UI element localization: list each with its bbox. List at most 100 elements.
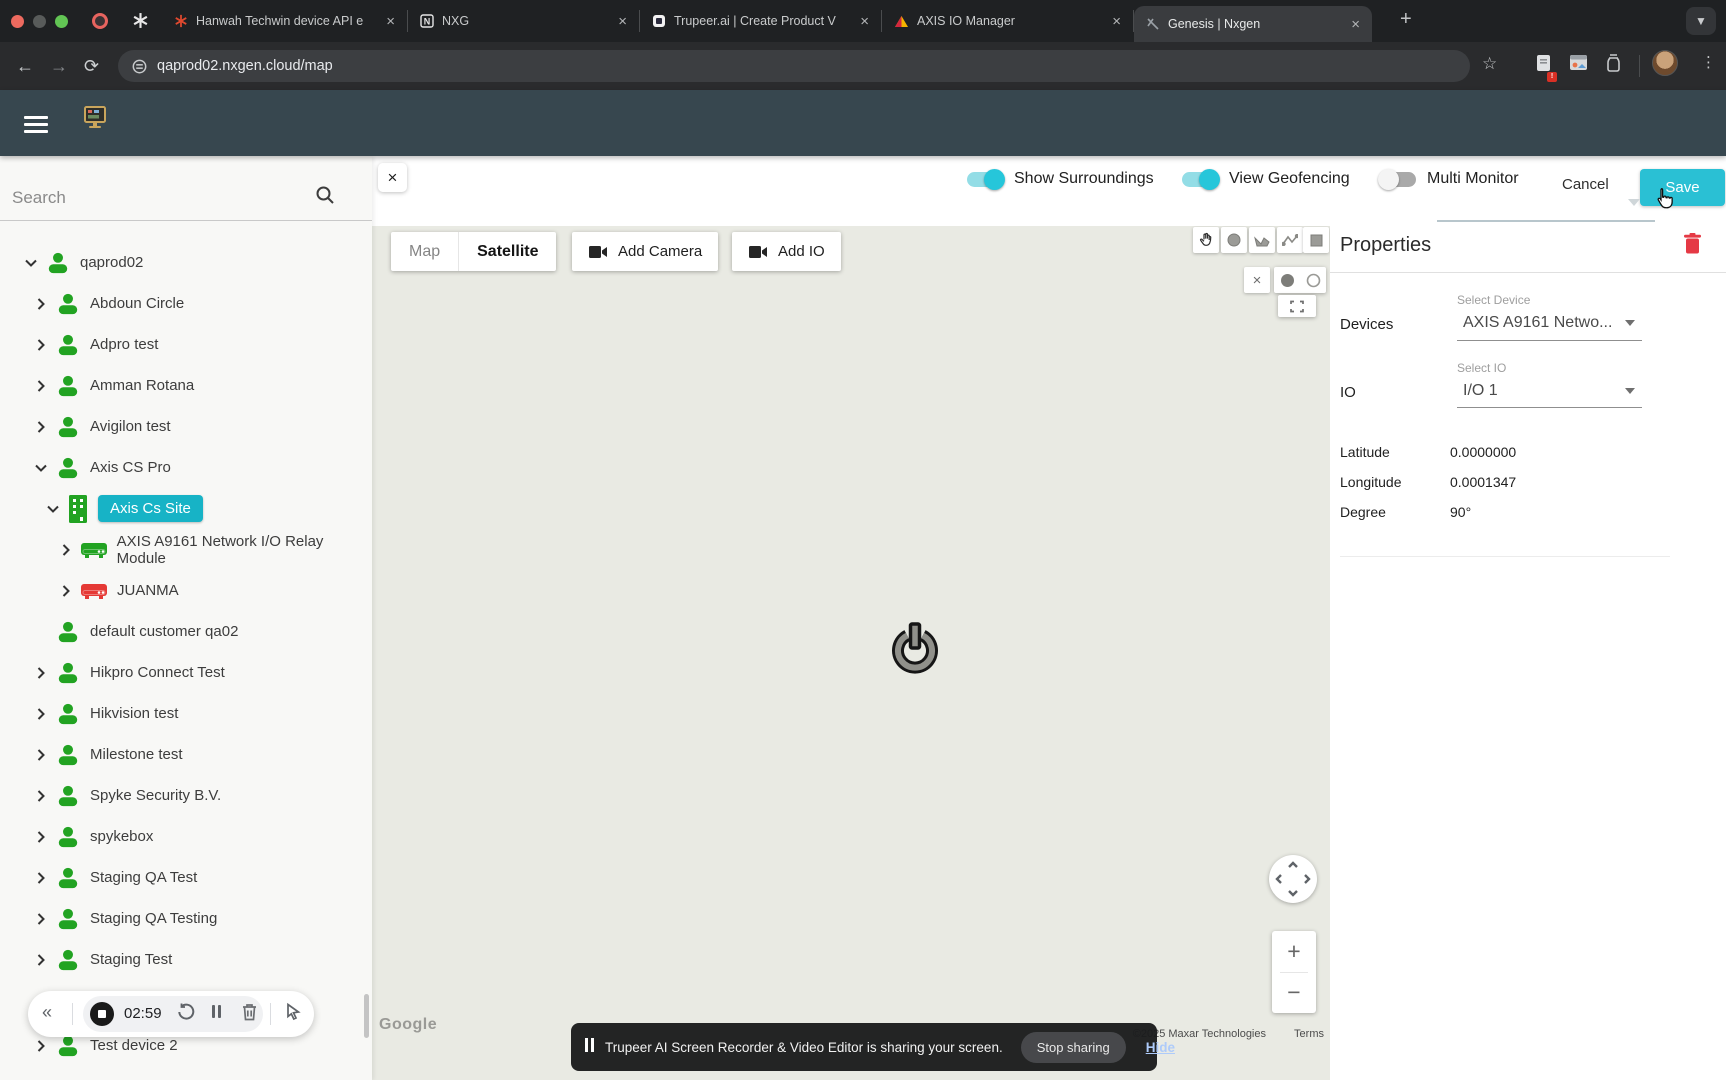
outline-circle-icon[interactable] [1306, 273, 1321, 288]
delete-marker-trash-icon[interactable] [1682, 232, 1703, 261]
circle-tool-icon[interactable] [1221, 227, 1247, 253]
fit-bounds-button[interactable] [1278, 295, 1316, 317]
macos-zoom-icon[interactable] [55, 15, 68, 28]
tree-item[interactable]: Staging Test [0, 939, 372, 980]
hamburger-menu-icon[interactable] [24, 112, 48, 137]
browser-tab[interactable]: Genesis | Nxgen × [1134, 6, 1372, 42]
polyline-tool-icon[interactable] [1277, 227, 1303, 253]
bookmark-star-icon[interactable]: ☆ [1482, 54, 1497, 74]
openai-pinned-tab-icon[interactable] [132, 12, 149, 34]
switch-icon[interactable] [1182, 172, 1218, 187]
cursor-tool-icon[interactable] [284, 1002, 303, 1026]
chevron-right-icon[interactable] [37, 1040, 45, 1052]
org-selector-caret-icon[interactable] [1628, 199, 1640, 206]
browser-menu-icon[interactable]: ⋮ [1701, 53, 1716, 71]
io-select[interactable]: I/O 1 [1463, 382, 1498, 400]
browser-tab[interactable]: Trupeer.ai | Create Product V × [640, 10, 882, 32]
switch-icon[interactable] [1380, 172, 1416, 187]
chevron-right-icon[interactable] [37, 749, 45, 761]
tree-item[interactable]: Spyke Security B.V. [0, 775, 372, 816]
macos-close-icon[interactable] [11, 15, 24, 28]
url-input[interactable]: qaprod02.nxgen.cloud/map [118, 50, 1470, 82]
tree-item[interactable]: Hikvision test [0, 693, 372, 734]
chevron-down-icon[interactable] [35, 464, 47, 472]
extension-doc-icon[interactable]: ! [1534, 53, 1553, 79]
tree-item[interactable]: Axis CS Pro [0, 447, 372, 488]
filled-circle-icon[interactable] [1280, 273, 1295, 288]
tree-item[interactable]: Abdoun Circle [0, 283, 372, 324]
tree-item[interactable]: AXIS A9161 Network I/O Relay Module [0, 529, 372, 570]
switch-icon[interactable] [967, 172, 1003, 187]
chevron-right-icon[interactable] [37, 708, 45, 720]
delete-shape-icon[interactable]: × [1244, 267, 1270, 293]
chevron-right-icon[interactable] [37, 667, 45, 679]
chevron-right-icon[interactable] [62, 544, 70, 556]
polygon-tool-icon[interactable] [1249, 227, 1275, 253]
extension-window-icon[interactable] [1569, 54, 1588, 77]
reload-icon[interactable]: ⟳ [84, 55, 99, 77]
chevron-right-icon[interactable] [37, 298, 45, 310]
browser-tab[interactable]: AXIS IO Manager × [882, 10, 1134, 32]
device-select-caret-icon[interactable] [1625, 320, 1635, 326]
chevron-right-icon[interactable] [37, 339, 45, 351]
macos-minimize-icon[interactable] [33, 15, 46, 28]
toggle-view-geofencing[interactable]: View Geofencing [1182, 166, 1350, 192]
map-canvas[interactable]: Map Satellite Add Camera Add IO × [372, 226, 1330, 1080]
zoom-in-button[interactable]: + [1272, 931, 1316, 972]
share-pause-icon[interactable] [585, 1037, 595, 1058]
tab-close-icon[interactable]: × [616, 13, 629, 30]
tab-close-icon[interactable]: × [1110, 13, 1123, 30]
tree-item[interactable]: spykebox [0, 816, 372, 857]
browser-tab[interactable]: N NXG × [408, 10, 640, 32]
search-input[interactable]: Search [12, 188, 66, 208]
map-terms-link[interactable]: Terms [1294, 1028, 1324, 1040]
tree-item[interactable]: qaprod02 [0, 242, 372, 283]
chevron-right-icon[interactable] [37, 421, 45, 433]
tree-item[interactable]: Amman Rotana [0, 365, 372, 406]
map-pan-control[interactable] [1269, 855, 1317, 903]
io-select-caret-icon[interactable] [1625, 388, 1635, 394]
new-tab-button[interactable]: + [1400, 9, 1412, 29]
sidebar-scrollbar[interactable] [364, 994, 369, 1038]
chevron-right-icon[interactable] [37, 831, 45, 843]
tab-close-icon[interactable]: × [384, 13, 397, 30]
rectangle-tool-icon[interactable] [1303, 227, 1329, 253]
chevron-right-icon[interactable] [37, 913, 45, 925]
toggle-multi-monitor[interactable]: Multi Monitor [1380, 166, 1519, 192]
tree-item[interactable]: Adpro test [0, 324, 372, 365]
map-type-satellite[interactable]: Satellite [459, 232, 556, 271]
close-map-editor-button[interactable]: × [378, 163, 407, 192]
tab-search-chevron-icon[interactable]: ▼ [1686, 7, 1716, 35]
add-camera-button[interactable]: Add Camera [572, 232, 718, 271]
org-selector-value[interactable]: Qaprod02 [1443, 193, 1523, 214]
io-power-marker[interactable] [891, 620, 939, 681]
zoom-out-button[interactable]: − [1272, 973, 1316, 1014]
stop-recording-button[interactable] [90, 1002, 114, 1026]
extension-jar-icon[interactable] [1605, 53, 1622, 78]
chevron-right-icon[interactable] [62, 585, 70, 597]
map-type-map[interactable]: Map [391, 232, 459, 271]
pan-tool-icon[interactable] [1193, 227, 1219, 253]
chevron-right-icon[interactable] [37, 380, 45, 392]
chevron-down-icon[interactable] [25, 259, 37, 267]
tree-item[interactable]: Axis Cs Site [0, 488, 372, 529]
delete-recording-icon[interactable] [240, 1002, 259, 1027]
add-io-button[interactable]: Add IO [732, 232, 841, 271]
chevron-right-icon[interactable] [37, 954, 45, 966]
search-icon[interactable] [314, 184, 336, 211]
browser-profile-avatar[interactable] [1652, 50, 1678, 76]
stop-sharing-button[interactable]: Stop sharing [1021, 1032, 1126, 1063]
monitor-wall-icon[interactable] [82, 104, 108, 135]
hide-share-bar-link[interactable]: Hide [1146, 1040, 1175, 1055]
tree-item[interactable]: default customer qa02 [0, 611, 372, 652]
tree-item[interactable]: Staging QA Test [0, 857, 372, 898]
pause-recording-icon[interactable] [210, 1005, 222, 1023]
forward-icon[interactable]: → [50, 55, 68, 77]
chevron-right-icon[interactable] [37, 872, 45, 884]
tree-item[interactable]: Avigilon test [0, 406, 372, 447]
restart-recording-icon[interactable] [176, 1002, 196, 1027]
chevron-right-icon[interactable] [37, 790, 45, 802]
chevron-down-icon[interactable] [47, 505, 59, 513]
tree-item[interactable]: Staging QA Testing [0, 898, 372, 939]
tree-item[interactable]: JUANMA [0, 570, 372, 611]
